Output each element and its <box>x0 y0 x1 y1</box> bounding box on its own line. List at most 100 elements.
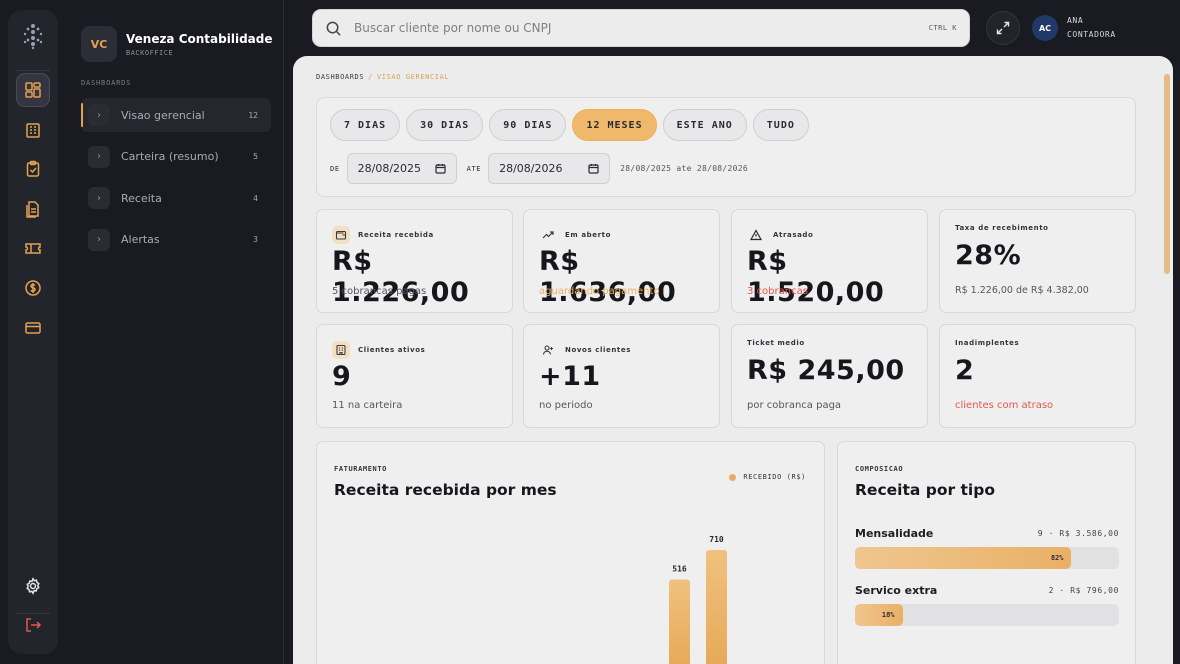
kpi-subtext: aguardando pagamento <box>539 286 660 297</box>
kpi-label: Em aberto <box>565 231 612 239</box>
kpi-subtext: no periodo <box>539 400 593 411</box>
chart-bar[interactable] <box>706 550 727 664</box>
chart-data-label: 710 <box>709 535 724 544</box>
composition-bar-fill: 82% <box>855 547 1072 569</box>
kpi-label: Inadimplentes <box>955 339 1020 347</box>
kpi-value: R$ 245,00 <box>747 355 905 386</box>
rail-dashboard-button[interactable] <box>16 73 50 107</box>
sidebar-item-visao-gerencial[interactable]: › Visao gerencial 12 <box>81 98 271 132</box>
period-chip-30d[interactable]: 30 DIAS <box>406 109 484 141</box>
sidebar-item-label: Alertas <box>121 233 160 246</box>
kpi-value: R$ 1.226,00 <box>332 246 470 308</box>
search-input[interactable]: Buscar cliente por nome ou CNPJ <box>354 21 929 35</box>
sidebar-section-label: DASHBOARDS <box>81 79 132 87</box>
dashboard-icon <box>25 82 41 98</box>
sidebar-item-receita[interactable]: › Receita 4 <box>81 181 271 215</box>
chart-bar[interactable] <box>669 579 690 664</box>
kpi-label: Atrasado <box>773 231 814 239</box>
sidebar-nav: › Visao gerencial 12 › Carteira (resumo)… <box>81 98 271 264</box>
org-switcher[interactable]: VC Veneza Contabilidade BACKOFFICE <box>81 26 272 62</box>
chevron-right-icon: › <box>88 228 110 251</box>
wallet-icon <box>332 226 350 244</box>
kpi-subtext: por cobranca paga <box>747 400 842 411</box>
chart-data-label: 516 <box>672 565 687 574</box>
rail-tasks-button[interactable] <box>16 152 50 186</box>
period-filter-panel: 7 DIAS 30 DIAS 90 DIAS 12 MESES ESTE ANO… <box>316 97 1136 197</box>
rail-billing-button[interactable] <box>16 311 50 345</box>
kpi-label: Novos clientes <box>565 346 631 354</box>
ticket-icon <box>25 243 41 254</box>
gear-icon <box>26 577 40 595</box>
period-chip-7d[interactable]: 7 DIAS <box>330 109 401 141</box>
sidebar-item-carteira[interactable]: › Carteira (resumo) 5 <box>81 140 271 174</box>
dollar-icon <box>25 280 41 296</box>
kpi-card-em-aberto: Em aberto R$ 1.636,00 aguardando pagamen… <box>523 209 720 313</box>
building-icon <box>332 341 350 359</box>
fullscreen-button[interactable] <box>986 11 1020 45</box>
kpi-value: 9 <box>332 361 352 392</box>
from-date-input[interactable]: 28/08/2025 <box>346 153 457 184</box>
scrollbar-thumb[interactable] <box>1164 74 1170 274</box>
warning-icon <box>747 226 765 244</box>
sidebar-item-count: 4 <box>253 193 258 203</box>
panel-kicker: COMPOSICAO <box>855 465 904 473</box>
kpi-card-inadimplentes: Inadimplentes 2 clientes com atraso <box>939 324 1136 428</box>
kpi-label: Clientes ativos <box>358 346 426 354</box>
rail-documents-button[interactable] <box>16 192 50 226</box>
chevron-right-icon: › <box>88 187 110 209</box>
from-date-value: 28/08/2025 <box>357 162 422 175</box>
kpi-card-taxa-recebimento: Taxa de recebimento 28% R$ 1.226,00 de R… <box>939 209 1136 313</box>
composition-bar-track: 82% <box>855 547 1119 569</box>
kpi-subtext: R$ 1.226,00 de R$ 4.382,00 <box>955 285 1089 296</box>
org-subtitle: BACKOFFICE <box>126 48 174 57</box>
chevron-right-icon: › <box>88 104 110 126</box>
rail-tickets-button[interactable] <box>16 231 50 265</box>
side-panel: VC Veneza Contabilidade BACKOFFICE DASHB… <box>66 0 284 664</box>
revenue-bar-chart: 516 710 <box>669 535 727 664</box>
main-content: DASHBOARDS / VISAO GERENCIAL 7 DIAS 30 DIA… <box>293 56 1173 664</box>
logout-icon <box>26 618 42 632</box>
kpi-value: +11 <box>539 361 601 392</box>
expand-icon <box>996 21 1010 35</box>
card-icon <box>25 322 41 334</box>
kpi-subtext: 11 na carteira <box>332 400 403 411</box>
user-name: ANA CONTADORA <box>1067 14 1116 42</box>
kpi-card-novos-clientes: Novos clientes +11 no periodo <box>523 324 720 428</box>
kpi-subtext: 3 cobrancas <box>747 286 808 297</box>
icon-rail <box>8 10 58 654</box>
period-chip-12m[interactable]: 12 MESES <box>572 109 657 141</box>
kpi-card-receita-recebida: Receita recebida R$ 1.226,00 5 cobrancas… <box>316 209 513 313</box>
kpi-subtext: clientes com atraso <box>955 400 1054 411</box>
rail-logout-button[interactable] <box>16 608 50 642</box>
breadcrumb-root[interactable]: DASHBOARDS <box>316 73 364 81</box>
period-chip-90d[interactable]: 90 DIAS <box>489 109 567 141</box>
breadcrumb-separator: / <box>368 73 373 81</box>
rail-divider <box>16 70 50 71</box>
sidebar-item-label: Receita <box>121 191 162 205</box>
period-chip-all[interactable]: TUDO <box>752 109 809 141</box>
kpi-card-clientes-ativos: Clientes ativos 9 11 na carteira <box>316 324 513 428</box>
to-date-label: ATE <box>466 164 482 173</box>
chevron-right-icon: › <box>88 145 110 168</box>
kpi-value: R$ 1.636,00 <box>539 246 677 308</box>
rail-finance-button[interactable] <box>16 271 50 305</box>
sidebar-item-count: 5 <box>253 152 258 161</box>
to-date-input[interactable]: 28/08/2026 <box>488 153 611 184</box>
kpi-subtext: 5 cobrancas pagas <box>332 286 427 297</box>
search-bar[interactable]: Buscar cliente por nome ou CNPJ CTRL K <box>312 9 970 47</box>
composition-bar-fill: 18% <box>855 604 903 626</box>
sidebar-item-alertas[interactable]: › Alertas 3 <box>81 223 271 257</box>
date-range-row: DE 28/08/2025 ATE 28/08/2026 28/08/2025 … <box>330 153 748 184</box>
org-avatar: VC <box>81 26 117 62</box>
user-menu[interactable]: AC ANA CONTADORA <box>1032 14 1116 42</box>
rail-settings-button[interactable] <box>16 569 50 603</box>
sidebar-item-count: 3 <box>253 235 258 244</box>
documents-icon <box>26 201 39 218</box>
period-chip-this-year[interactable]: ESTE ANO <box>662 109 747 141</box>
sidebar-item-label: Carteira (resumo) <box>121 150 219 163</box>
rail-clients-button[interactable] <box>16 113 50 147</box>
kpi-value: 28% <box>955 240 1022 271</box>
user-avatar: AC <box>1032 15 1058 41</box>
user-first-name: ANA <box>1067 16 1084 25</box>
app-logo-icon[interactable] <box>19 22 47 50</box>
